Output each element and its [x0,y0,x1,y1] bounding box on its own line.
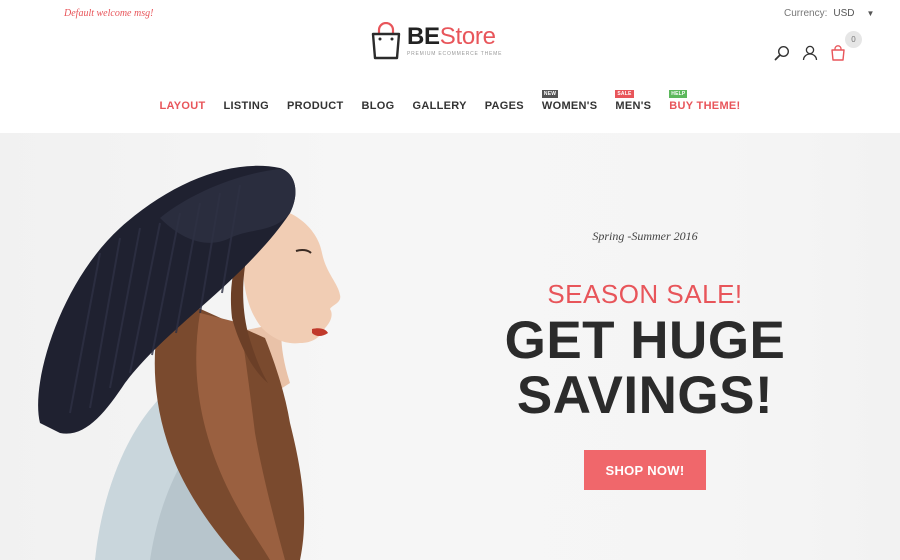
nav-item-label: PAGES [484,100,524,112]
shop-now-button[interactable]: SHOP NOW! [584,450,706,490]
nav-item-label: PRODUCT [286,100,344,112]
user-icon[interactable] [802,45,818,61]
nav-item-product[interactable]: PRODUCT [278,100,353,112]
currency-label: Currency: [784,8,828,19]
nav-item-listing[interactable]: LISTING [214,100,278,112]
hero-title-line1: GET HUGE [504,311,786,370]
nav-item-label: MEN'S [615,100,652,112]
hero-kicker: SEASON SALE! [547,279,743,309]
caret-down-icon[interactable]: ▼ [866,9,874,18]
sale-badge: SALE [615,90,634,98]
hero-banner: Spring -Summer 2016 SEASON SALE! GET HUG… [0,133,900,560]
currency-selector[interactable]: Currency: USD ▼ [784,8,874,19]
nav-item-layout[interactable]: LAYOUT [150,100,214,112]
logo-be: BE [407,23,440,50]
nav-item-buy-theme[interactable]: HELP BUY THEME! [660,90,749,112]
hero-title-line2: SAVINGS! [516,366,774,425]
nav-item-label: BLOG [361,100,395,112]
cart-count-badge: 0 [845,31,862,48]
cart-icon[interactable] [830,45,846,61]
hero-model-image [38,165,341,560]
nav-item-pages[interactable]: PAGES [476,100,533,112]
nav-item-label: GALLERY [412,100,467,112]
nav-item-womens[interactable]: NEW WOMEN'S [533,90,606,112]
nav-item-mens[interactable]: SALE MEN'S [606,90,660,112]
welcome-message: Default welcome msg! [64,8,154,19]
nav-item-label: BUY THEME! [669,100,741,112]
shopping-bag-logo-icon [370,21,402,60]
new-badge: NEW [541,90,559,98]
hero-subtitle: Spring -Summer 2016 [592,229,698,243]
hero-title: GET HUGE SAVINGS! [470,313,820,423]
nav-item-label: LISTING [223,100,269,112]
logo-tagline: PREMIUM ECOMMERCE THEME [407,51,503,57]
nav-item-blog[interactable]: BLOG [352,100,403,112]
nav-item-gallery[interactable]: GALLERY [403,100,475,112]
help-badge: HELP [669,90,688,98]
nav-item-label: WOMEN'S [541,100,598,112]
store-logo[interactable]: BEStore PREMIUM ECOMMERCE THEME [370,21,503,60]
currency-value[interactable]: USD [833,8,854,19]
nav-item-label: LAYOUT [159,100,206,112]
logo-store: Store [439,23,496,50]
main-navigation: LAYOUT LISTING PRODUCT BLOG GALLERY PAGE… [0,90,900,112]
search-icon[interactable] [774,45,790,61]
